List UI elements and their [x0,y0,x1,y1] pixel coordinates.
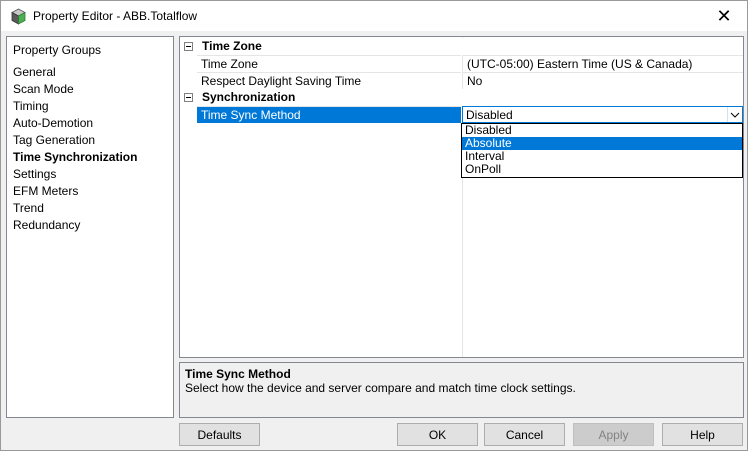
chevron-down-icon[interactable] [727,107,742,122]
cancel-button[interactable]: Cancel [484,423,565,446]
window-title: Property Editor - ABB.Totalflow [33,9,198,23]
property-name[interactable]: Time Zone [197,55,461,72]
group-item-trend[interactable]: Trend [13,200,137,217]
group-item-efm-meters[interactable]: EFM Meters [13,183,137,200]
property-groups-panel: Property Groups General Scan Mode Timing… [6,36,174,418]
group-item-scan-mode[interactable]: Scan Mode [13,81,137,98]
property-name[interactable]: Respect Daylight Saving Time [197,72,461,89]
title-bar[interactable]: Property Editor - ABB.Totalflow ✕ [1,1,747,31]
category-label: Time Zone [202,39,262,53]
group-item-tag-generation[interactable]: Tag Generation [13,132,137,149]
property-row-time-sync-method[interactable]: Time Sync Method Disabled [180,106,743,123]
category-label: Synchronization [202,90,296,104]
property-value[interactable]: No [462,72,743,89]
property-row-respect-dst[interactable]: Respect Daylight Saving Time No [180,72,743,89]
property-name[interactable]: Time Sync Method [197,106,461,123]
description-title: Time Sync Method [185,367,291,381]
group-item-settings[interactable]: Settings [13,166,137,183]
apply-button[interactable]: Apply [573,423,654,446]
category-row-time-zone[interactable]: Time Zone [180,38,743,55]
group-item-redundancy[interactable]: Redundancy [13,217,137,234]
combobox-value: Disabled [466,108,513,122]
description-pane: Time Sync Method Select how the device a… [179,362,744,418]
collapse-icon[interactable] [184,42,193,51]
property-row-time-zone[interactable]: Time Zone (UTC-05:00) Eastern Time (US &… [180,55,743,72]
property-value[interactable]: (UTC-05:00) Eastern Time (US & Canada) [462,55,743,72]
group-item-time-synchronization[interactable]: Time Synchronization [13,149,137,166]
category-row-synchronization[interactable]: Synchronization [180,89,743,106]
dropdown-option-absolute[interactable]: Absolute [462,137,742,150]
close-icon[interactable]: ✕ [707,3,741,29]
property-groups-list: General Scan Mode Timing Auto-Demotion T… [13,64,137,234]
group-item-timing[interactable]: Timing [13,98,137,115]
app-cube-icon [10,8,27,25]
time-sync-method-dropdown: Disabled Absolute Interval OnPoll [461,123,743,178]
description-text: Select how the device and server compare… [185,381,576,395]
group-item-auto-demotion[interactable]: Auto-Demotion [13,115,137,132]
property-groups-header: Property Groups [13,43,102,57]
ok-button[interactable]: OK [397,423,478,446]
group-item-general[interactable]: General [13,64,137,81]
collapse-icon[interactable] [184,93,193,102]
defaults-button[interactable]: Defaults [179,423,260,446]
dropdown-option-interval[interactable]: Interval [462,150,742,163]
time-sync-method-combobox[interactable]: Disabled [462,106,743,123]
property-grid: Time Zone Time Zone (UTC-05:00) Eastern … [179,36,744,358]
dropdown-option-onpoll[interactable]: OnPoll [462,163,742,176]
property-editor-window: Property Editor - ABB.Totalflow ✕ Proper… [0,0,748,451]
help-button[interactable]: Help [662,423,743,446]
